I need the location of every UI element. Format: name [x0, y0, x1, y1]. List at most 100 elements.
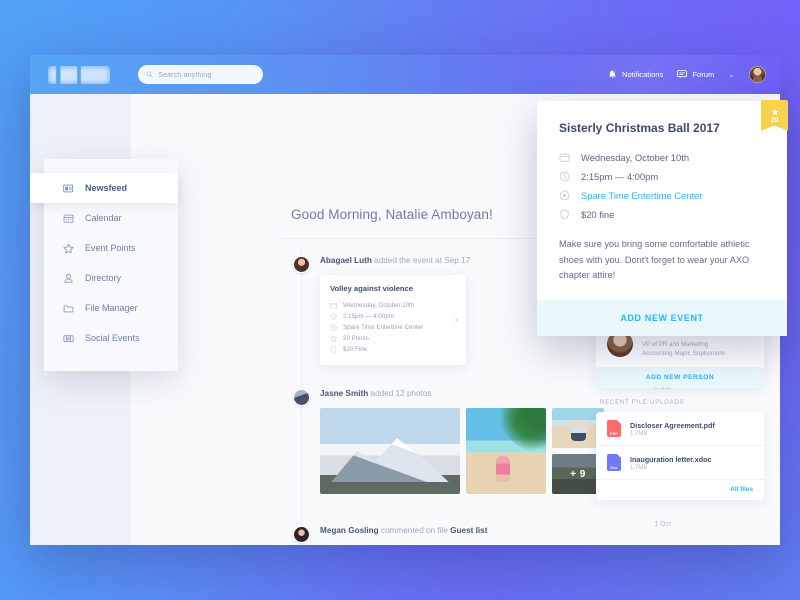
event-fine: $20 Fine	[343, 346, 368, 353]
sidebar-item-calendar[interactable]: Calendar	[44, 203, 178, 233]
chevron-right-icon[interactable]: ›	[455, 315, 458, 326]
event-date: Wednesday, October 10th	[343, 302, 415, 309]
file-size: 1.7MB	[630, 464, 648, 471]
file-kind-label: PDF	[610, 431, 618, 436]
post-action: added 12 photos	[370, 389, 432, 398]
folder-icon	[63, 304, 74, 312]
right-column: RECENTLY ADDED MEMBERS Luna Salano VP of…	[596, 308, 764, 500]
sidebar-item-directory[interactable]: Directory	[44, 263, 178, 293]
points-value: 20	[770, 116, 779, 124]
sidebar-item-social-events[interactable]: Social Events	[44, 323, 178, 353]
shield-icon	[560, 209, 569, 220]
ticket-icon	[63, 334, 74, 342]
event-date-row: Wednesday, October 10th	[330, 300, 456, 311]
popup-place: Spare Time Entertime Center	[581, 190, 703, 201]
photo-detail	[496, 455, 511, 482]
photo-thumbnail[interactable]	[466, 408, 546, 494]
member-detail: Accounting Major, Sophomore	[642, 350, 725, 357]
chat-icon	[677, 70, 688, 78]
sidebar: Newsfeed Calendar Event Points Directory…	[30, 159, 178, 371]
file-row[interactable]: Doc Inauguration letter.xdoc 1.7MB	[596, 446, 764, 480]
search-placeholder: Search anything	[158, 70, 212, 79]
clock-icon	[330, 313, 337, 320]
all-files-link[interactable]: All files	[596, 480, 764, 500]
sidebar-item-event-points[interactable]: Event Points	[44, 233, 178, 263]
post-timestamp: 1 Oct	[654, 521, 671, 528]
top-bar-actions: Notifications Forum ⌄	[608, 66, 766, 83]
event-time-row: 2:15pm — 4:00pm	[330, 311, 456, 322]
file-name: Inauguration letter.xdoc	[630, 454, 712, 464]
calendar-icon	[330, 302, 337, 309]
forum-button[interactable]: Forum	[677, 70, 714, 79]
location-icon	[330, 324, 337, 331]
photo-thumbnail[interactable]	[320, 408, 460, 494]
post-author[interactable]: Jasne Smith	[320, 389, 368, 398]
pdf-file-icon: PDF	[607, 420, 621, 437]
notification-dot	[612, 68, 617, 73]
file-size: 1.7MB	[630, 430, 648, 437]
post-action: commented on file	[380, 526, 448, 535]
event-place: Spare Time Entertime Center	[343, 324, 424, 331]
popup-title: Sisterly Christmas Ball 2017	[559, 121, 720, 135]
event-detail-popup: 20 Sisterly Christmas Ball 2017 Wednesda…	[537, 100, 788, 336]
popup-body: Sisterly Christmas Ball 2017 Wednesday, …	[537, 101, 787, 300]
popup-place-row[interactable]: Spare Time Entertime Center	[559, 186, 765, 205]
post-action: added the event at Sep 17	[374, 256, 471, 265]
file-info: Discloser Agreement.pdf 1.7MB	[630, 421, 715, 437]
sidebar-item-label: File Manager	[85, 303, 138, 313]
files-panel: PDF Discloser Agreement.pdf 1.7MB Doc In…	[596, 412, 764, 500]
feed-post-comment: Megan Gosling commented on file Guest li…	[279, 516, 679, 545]
file-row[interactable]: PDF Discloser Agreement.pdf 1.7MB	[596, 412, 764, 446]
event-fine-row: $20 Fine	[330, 344, 456, 355]
add-new-event-button[interactable]: ADD NEW EVENT	[537, 299, 787, 336]
star-icon	[63, 243, 74, 253]
file-kind-label: Doc	[610, 465, 618, 470]
top-navigation-bar: Search anything Notifications Forum ⌄	[30, 55, 780, 94]
doc-file-icon: Doc	[607, 454, 621, 471]
add-new-person-button[interactable]: ADD NEW PERSON	[596, 367, 764, 388]
sidebar-item-label: Social Events	[85, 333, 140, 343]
forum-label: Forum	[692, 70, 715, 79]
post-author[interactable]: Abagael Luth	[320, 256, 372, 265]
calendar-icon	[63, 214, 74, 223]
app-logo[interactable]	[48, 65, 110, 84]
search-input[interactable]: Search anything	[138, 65, 263, 84]
search-icon	[146, 71, 153, 78]
popup-date: Wednesday, October 10th	[581, 152, 690, 163]
person-icon	[64, 273, 73, 283]
member-role: VP of PR and Marketing	[642, 341, 709, 348]
shield-icon	[330, 346, 337, 353]
files-section-title: RECENT FILE UPLOADS	[600, 400, 685, 406]
sidebar-item-file-manager[interactable]: File Manager	[44, 293, 178, 323]
event-card[interactable]: Volley against violence Wednesday, Octob…	[320, 275, 466, 365]
photo-detail	[494, 408, 546, 456]
avatar[interactable]	[293, 526, 310, 543]
clock-icon	[559, 171, 570, 182]
avatar[interactable]	[293, 256, 310, 273]
event-time: 2:15pm — 4:00pm	[343, 313, 394, 320]
popup-fine: $20 fine	[581, 209, 615, 220]
chevron-down-icon[interactable]: ⌄	[728, 70, 735, 79]
post-author[interactable]: Megan Gosling	[320, 526, 379, 535]
bell-icon	[609, 70, 616, 78]
avatar[interactable]	[293, 389, 310, 406]
user-avatar[interactable]	[749, 66, 766, 83]
file-info: Inauguration letter.xdoc 1.7MB	[630, 455, 711, 471]
sidebar-item-label: Event Points	[85, 243, 136, 253]
page-title: Good Morning, Natalie Amboyan!	[291, 207, 493, 222]
calendar-icon	[559, 153, 570, 162]
popup-time-row: 2:15pm — 4:00pm	[559, 167, 765, 186]
post-header: Megan Gosling commented on file Guest li…	[320, 524, 679, 538]
post-file[interactable]: Guest list	[450, 526, 487, 535]
sidebar-item-label: Calendar	[85, 213, 122, 223]
popup-fine-row: $20 fine	[559, 205, 765, 224]
popup-date-row: Wednesday, October 10th	[559, 148, 765, 167]
sidebar-item-label: Newsfeed	[85, 183, 128, 193]
sidebar-item-newsfeed[interactable]: Newsfeed	[30, 173, 178, 203]
sidebar-item-label: Directory	[85, 273, 122, 283]
file-name: Discloser Agreement.pdf	[630, 420, 715, 430]
notifications-button[interactable]: Notifications	[608, 68, 663, 80]
event-title: Volley against violence	[330, 284, 414, 293]
star-icon	[330, 335, 337, 342]
event-points: 20 Points	[343, 335, 369, 342]
